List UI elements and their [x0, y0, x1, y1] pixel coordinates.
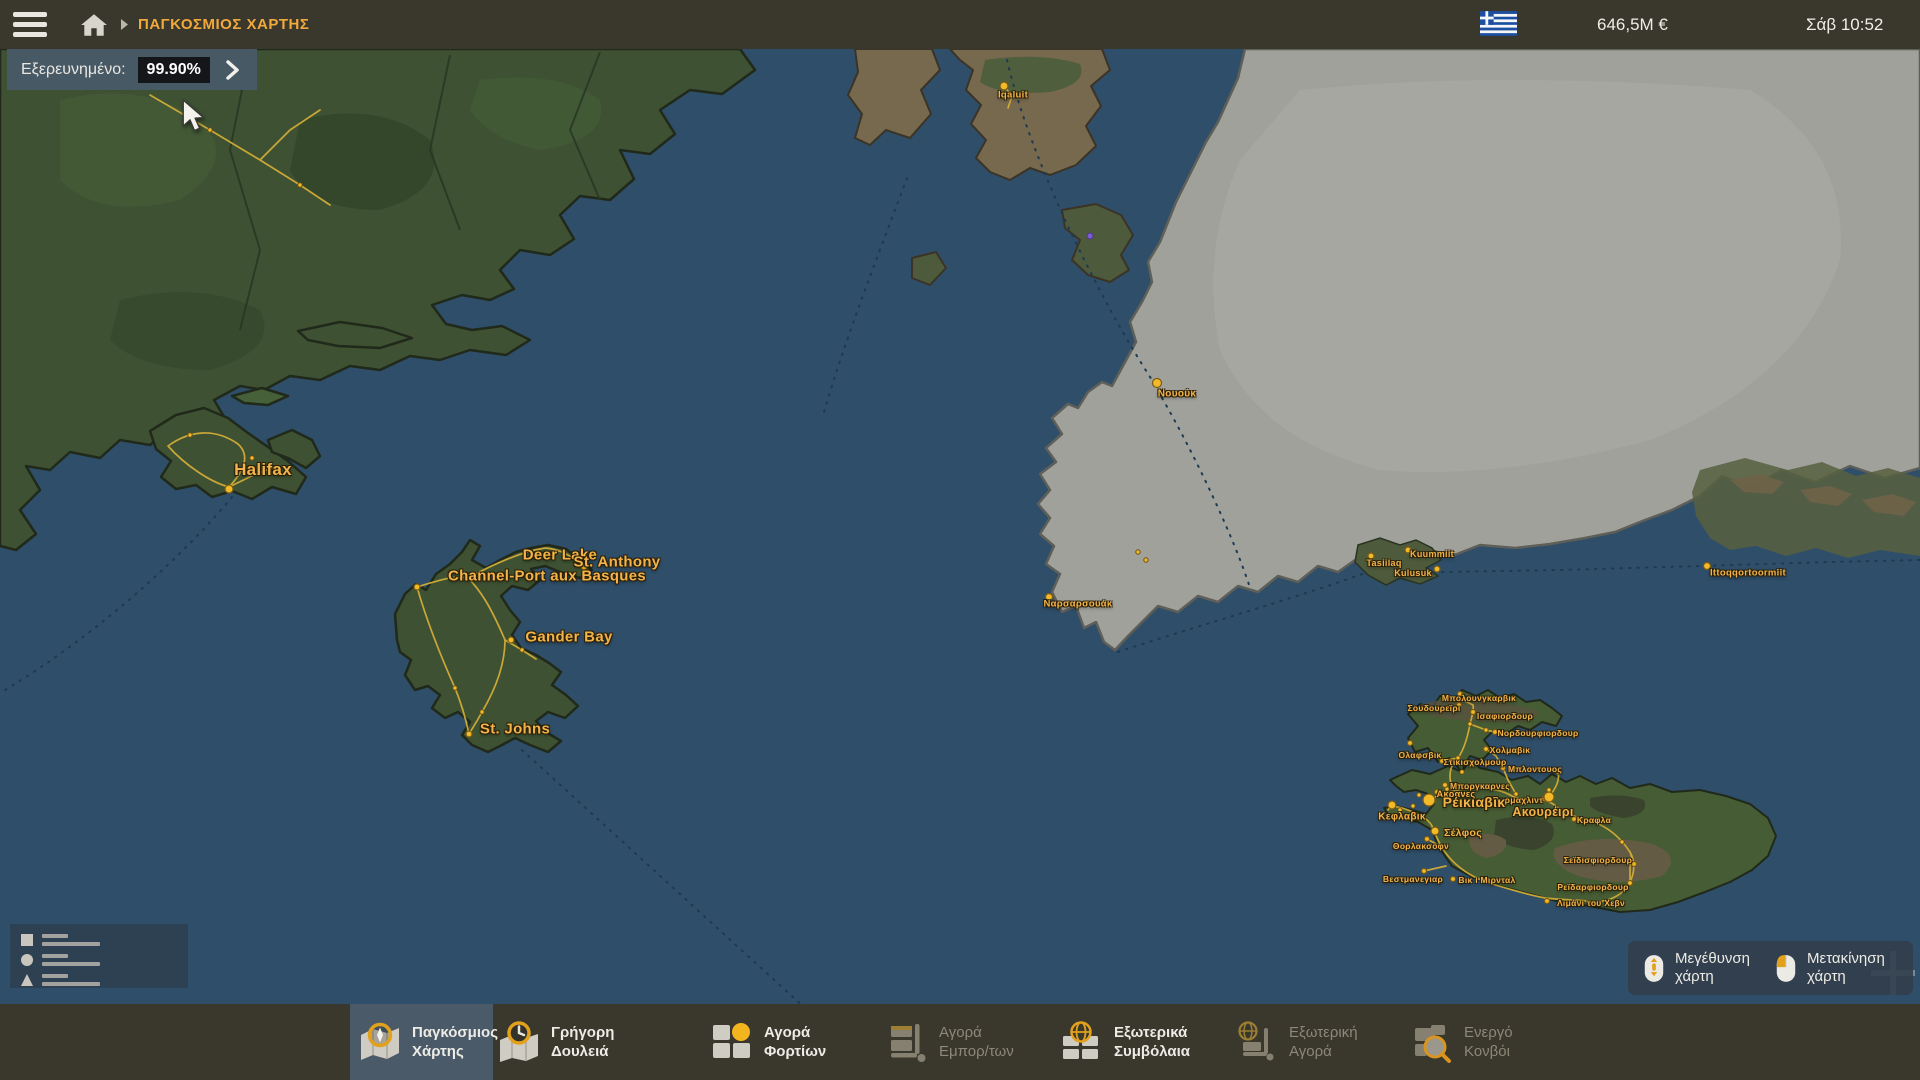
toolbar-item-external-market[interactable]: ΕξωτερικήΑγορά: [1235, 1004, 1358, 1080]
top-bar: ΠΑΓΚΟΣΜΙΟΣ ΧΑΡΤΗΣ 646,5M € Σάβ 10:52: [0, 0, 1920, 49]
city-label[interactable]: Στικισχολμουρ: [1443, 757, 1506, 767]
city-dot[interactable]: [1434, 566, 1440, 572]
home-icon[interactable]: [80, 12, 108, 38]
city-label[interactable]: Λιμάνι του Χεβν: [1557, 898, 1625, 908]
toolbar-item-active-convoy[interactable]: ΕνεργόΚονβόι: [1410, 1004, 1513, 1080]
city-label[interactable]: Gander Bay: [525, 629, 612, 646]
map-controls-panel: Μεγέθυνση χάρτη Μετακίνηση χάρτη: [1628, 941, 1913, 995]
city-label[interactable]: Ittoqqortoormiit: [1710, 568, 1786, 579]
city-dot[interactable]: [1431, 827, 1439, 835]
city-dot[interactable]: [1632, 862, 1637, 867]
city-dot[interactable]: [1471, 710, 1476, 715]
city-label[interactable]: Ναρσαρσουάκ: [1043, 599, 1112, 610]
city-dot[interactable]: [225, 485, 233, 493]
toolbar-item-quick-job[interactable]: ΓρήγορηΔουλειά: [497, 1004, 614, 1080]
city-dot[interactable]: [1484, 747, 1489, 752]
city-dot[interactable]: [1451, 877, 1456, 882]
external-market-icon: [1235, 1020, 1279, 1064]
chevron-right-icon: [226, 60, 239, 80]
legend-row: [20, 951, 178, 968]
circle-icon: [20, 953, 34, 967]
explored-label: Εξερευνημένο:: [21, 61, 126, 79]
bottom-toolbar: ΠαγκόσμιοςΧάρτης ΓρήγορηΔουλειά ΑγοράΦορ…: [0, 1004, 1920, 1080]
city-dot[interactable]: [466, 731, 472, 737]
city-label[interactable]: Tasiilaq: [1366, 558, 1401, 568]
east-greenland-tundra: [1692, 458, 1920, 558]
city-label[interactable]: Ρέικιαβικ: [1443, 794, 1506, 810]
city-dot[interactable]: [1422, 869, 1427, 874]
city-dot[interactable]: [1388, 801, 1396, 809]
city-label[interactable]: Κραφλα: [1577, 815, 1611, 825]
city-dot[interactable]: [1423, 794, 1435, 806]
city-label[interactable]: Βεστμανεγιαρ: [1383, 874, 1443, 884]
external-contracts-icon: [1060, 1020, 1104, 1064]
city-dot[interactable]: [414, 584, 420, 590]
city-label[interactable]: Halifax: [234, 460, 292, 480]
legend-row: [20, 931, 178, 948]
toolbar-item-freight-market[interactable]: ΑγοράΦορτίων: [710, 1004, 826, 1080]
menu-hamburger-icon[interactable]: [12, 11, 50, 39]
map-zoom-hint: Μεγέθυνση χάρτη: [1642, 950, 1750, 986]
city-label[interactable]: Βικ ι Μιρνταλ: [1458, 875, 1515, 885]
breadcrumb: ΠΑΓΚΟΣΜΙΟΣ ΧΑΡΤΗΣ: [138, 0, 309, 49]
city-label[interactable]: Kulusuk: [1394, 568, 1432, 578]
city-label[interactable]: Σέλφος: [1444, 827, 1482, 839]
game-time: Σάβ 10:52: [1806, 0, 1883, 49]
city-label[interactable]: Ρεϊδαρφιορδουρ: [1557, 882, 1628, 892]
mouse-left-button-icon: [1774, 952, 1798, 984]
city-label[interactable]: Μπλοντουος: [1508, 764, 1562, 774]
map-marker-purple: [1087, 233, 1093, 239]
city-label[interactable]: Νουούκ: [1158, 389, 1196, 400]
world-map[interactable]: [0, 0, 1920, 1080]
city-label[interactable]: Ακουρέιρι: [1512, 805, 1573, 819]
city-label[interactable]: Ισαφιορδουρ: [1477, 711, 1533, 721]
toolbar-item-cargo-market[interactable]: ΑγοράΕμπορ/των: [885, 1004, 1014, 1080]
freight-market-icon: [710, 1020, 754, 1064]
player-money: 646,5M €: [1597, 0, 1668, 49]
breadcrumb-chevron-icon: [120, 18, 129, 31]
zoom-map-label: Μεγέθυνση: [1675, 950, 1750, 967]
city-label[interactable]: Κεφλαβικ: [1378, 812, 1425, 823]
city-label[interactable]: Ολαφσβικ: [1398, 750, 1441, 760]
explored-value: 99.90%: [138, 57, 210, 83]
active-convoy-icon: [1410, 1020, 1454, 1064]
move-map-label: Μετακίνηση: [1807, 950, 1885, 967]
quick-job-icon: [497, 1020, 541, 1064]
toolbar-item-external-contracts[interactable]: ΕξωτερικάΣυμβόλαια: [1060, 1004, 1190, 1080]
city-label[interactable]: Σουδουρεϊρι: [1407, 703, 1460, 713]
game-window: HalifaxDeer LakeSt. AnthonyChannel-Port …: [0, 0, 1920, 1080]
city-label[interactable]: Kuummiit: [1410, 549, 1454, 559]
city-label[interactable]: Iqaluit: [998, 90, 1028, 101]
city-label[interactable]: Channel-Port aux Basques: [448, 568, 646, 585]
city-dot[interactable]: [1153, 379, 1162, 388]
mouse-scroll-icon: [1642, 952, 1666, 984]
city-label[interactable]: Θορλακσοφν: [1393, 841, 1449, 851]
map-move-hint: Μετακίνηση χάρτη: [1774, 950, 1885, 986]
explored-expand-button[interactable]: [222, 60, 243, 80]
city-label[interactable]: Μπολουνγκαρβικ: [1442, 693, 1516, 703]
city-dot[interactable]: [1443, 783, 1448, 788]
city-label[interactable]: Χολμαβικ: [1490, 745, 1531, 755]
square-icon: [20, 933, 34, 947]
world-map-icon: [358, 1020, 402, 1064]
city-label[interactable]: St. Johns: [480, 721, 550, 738]
mouse-cursor: [181, 99, 208, 135]
city-label[interactable]: Νορδουρφιορδουρ: [1497, 728, 1578, 738]
toolbar-item-world-map[interactable]: ΠαγκόσμιοςΧάρτης: [350, 1004, 493, 1080]
legend-row: [20, 971, 178, 988]
cargo-market-icon: [885, 1020, 929, 1064]
city-dot[interactable]: [1545, 899, 1550, 904]
greek-flag-icon[interactable]: [1480, 11, 1517, 36]
triangle-icon: [20, 973, 34, 987]
city-label[interactable]: Σεϊδισφιορδουρ: [1564, 855, 1632, 865]
city-dot[interactable]: [1408, 741, 1413, 746]
map-legend: [10, 924, 188, 988]
explored-panel: Εξερευνημένο: 99.90%: [7, 49, 257, 90]
city-dot[interactable]: [1544, 792, 1554, 802]
city-dot[interactable]: [508, 637, 514, 643]
